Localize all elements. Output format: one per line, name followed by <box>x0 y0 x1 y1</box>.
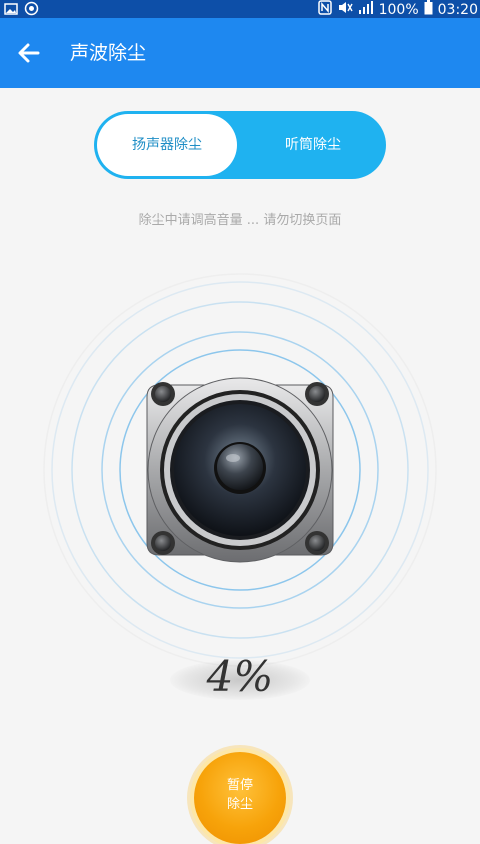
mode-segmented-control: 扬声器除尘 听筒除尘 <box>94 111 386 179</box>
page-title: 声波除尘 <box>70 42 147 64</box>
pause-button-label: 暂停 除尘 <box>194 776 286 814</box>
speaker-icon <box>146 377 334 563</box>
app-bar: 声波除尘 <box>0 18 480 88</box>
progress-percent: 4% <box>206 652 274 701</box>
tab-earpiece-dust[interactable]: 听筒除尘 <box>240 111 386 179</box>
battery-percent: 100% <box>378 2 419 18</box>
status-bar: 100% 03:20 <box>0 0 480 18</box>
pause-dust-button[interactable]: 暂停 除尘 <box>194 752 286 844</box>
pause-label-line1: 暂停 <box>226 778 253 793</box>
back-arrow-icon <box>14 43 44 72</box>
signal-icon <box>358 0 374 20</box>
status-right: 100% 03:20 <box>317 0 478 20</box>
nfc-icon <box>317 0 332 20</box>
tab-speaker-dust[interactable]: 扬声器除尘 <box>97 114 237 176</box>
mute-icon <box>337 0 353 20</box>
hint-text: 除尘中请调高音量 ... 请勿切换页面 <box>138 213 342 228</box>
pause-label-line2: 除尘 <box>226 797 253 812</box>
back-button[interactable] <box>14 38 50 68</box>
clock: 03:20 <box>437 2 478 18</box>
battery-icon <box>424 0 433 20</box>
